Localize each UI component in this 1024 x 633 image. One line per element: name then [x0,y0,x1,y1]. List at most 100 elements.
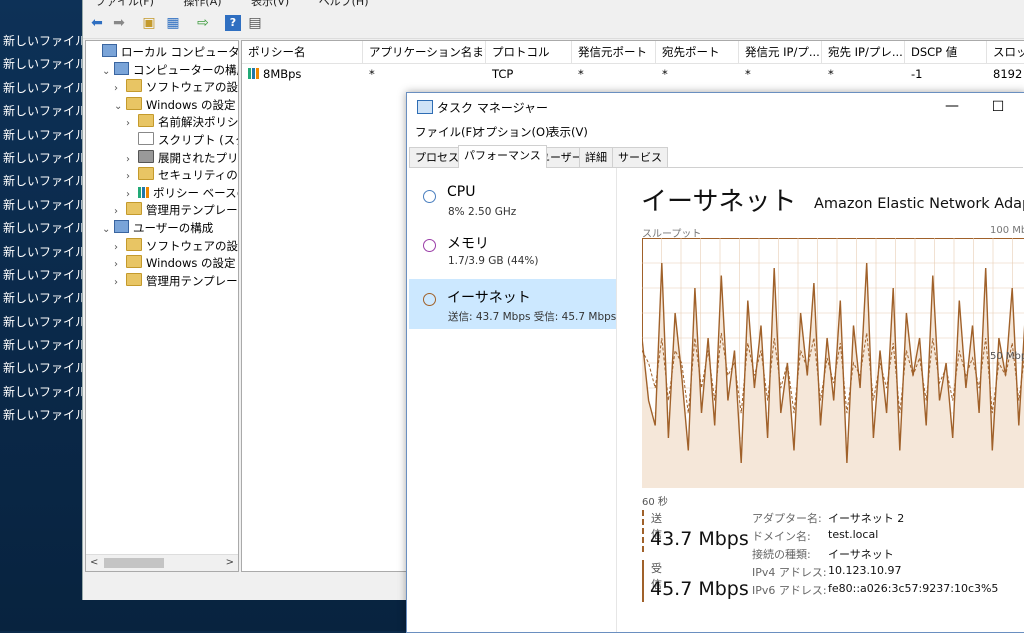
tree-node[interactable]: ›ソフトウェアの設定 [114,237,239,255]
desktop-file-item[interactable]: 新しいファイル [0,124,82,147]
tab-processes[interactable]: プロセス [409,147,465,167]
property-key: アダプター名: [752,510,822,526]
desktop-file-item[interactable]: 新しいファイル [0,287,82,310]
tree-node[interactable]: ›セキュリティの設定 [126,166,239,184]
tree-node[interactable]: ⌄Windows の設定 [114,96,236,114]
task-manager-tabs: プロセス パフォーマンス ユーザー 詳細 サービス [409,145,1023,168]
tree-node-label: 管理用テンプレート [146,203,239,217]
up-folder-icon[interactable]: ▣ [141,15,157,31]
desktop-file-item[interactable]: 新しいファイル [0,264,82,287]
tree-node[interactable]: ⌄コンピューターの構成 [102,61,239,79]
table-header: ポリシー名アプリケーション名また...プロトコル発信元ポート宛先ポート発信元 I… [242,41,1024,64]
scroll-right-icon[interactable]: > [226,555,234,571]
column-header[interactable]: DSCP 値 [905,41,987,63]
column-header[interactable]: アプリケーション名また... [363,41,486,63]
desktop-file-item[interactable]: 新しいファイル [0,311,82,334]
tree-node[interactable]: ローカル コンピューター ポリシー [90,43,239,61]
column-header[interactable]: 宛先ポート [656,41,739,63]
expand-chevron-icon[interactable]: ⌄ [102,221,114,239]
gpo-menu-help[interactable]: ヘルプ(H) [319,0,369,8]
column-header[interactable]: 宛先 IP/プレ... [822,41,905,63]
resource-detail: 8% 2.50 GHz [448,206,516,218]
resource-cpu[interactable]: CPU 8% 2.50 GHz [409,176,616,226]
tab-details[interactable]: 詳細 [579,147,613,167]
back-arrow-icon[interactable]: ⬅ [89,15,105,31]
property-key: IPv6 アドレス: [752,582,827,598]
tree-node[interactable]: ›ポリシー ベースの QoS [126,184,239,202]
expand-chevron-icon[interactable]: ⌄ [102,63,114,81]
tree-node[interactable]: ⌄ユーザーの構成 [102,219,213,237]
column-header[interactable]: ポリシー名 [242,41,363,63]
desktop-file-item[interactable]: 新しいファイル [0,77,82,100]
tree-node[interactable]: ›Windows の設定 [114,254,236,272]
column-header[interactable]: プロトコル [486,41,572,63]
desktop-file-item[interactable]: 新しいファイル [0,357,82,380]
tree-node[interactable]: スクリプト (スタートアップ/シャットダウン) [126,131,239,149]
maximize-button[interactable]: ☐ [983,95,1013,119]
property-value: イーサネット 2 [828,510,904,526]
desktop-file-item[interactable]: 新しいファイル [0,334,82,357]
tree-node[interactable]: › 管理用テンプレート [114,272,239,290]
desktop-file-item[interactable]: 新しいファイル [0,404,82,427]
gpo-menu-file[interactable]: ファイル(F) [95,0,154,8]
scroll-left-icon[interactable]: < [90,555,98,571]
tab-services[interactable]: サービス [612,147,668,167]
resource-ethernet[interactable]: イーサネット 送信: 43.7 Mbps 受信: 45.7 Mbps [409,279,616,329]
column-header[interactable]: 発信元 IP/プ... [739,41,822,63]
folder-icon [126,255,142,268]
desktop-file-item[interactable]: 新しいファイル [0,53,82,76]
table-row[interactable]: 8MBps*TCP****-18192 [242,64,1024,84]
receive-legend-line [642,560,644,602]
export-list-icon[interactable]: ⇨ [195,15,211,31]
menu-view[interactable]: 表示(V) [548,124,588,140]
desktop-file-item[interactable]: 新しいファイル [0,30,82,53]
graph-mid-label: 50 Mbps [990,351,1024,362]
help-icon[interactable]: ? [225,15,241,31]
resource-detail: 送信: 43.7 Mbps 受信: 45.7 Mbps [448,309,616,324]
collapse-chevron-icon[interactable]: › [114,274,126,292]
folder-icon [138,114,154,127]
tree-node-label: 名前解決ポリシー [158,115,239,129]
tree-node[interactable]: ›管理用テンプレート [114,201,239,219]
desktop-file-item[interactable]: 新しいファイル [0,241,82,264]
resource-memory[interactable]: メモリ 1.7/3.9 GB (44%) [409,225,616,275]
send-value: 43.7 Mbps [650,528,749,550]
table-cell-text: 8192 [993,67,1022,81]
tab-performance[interactable]: パフォーマンス [458,145,547,168]
task-manager-title-bar[interactable]: タスク マネージャー — ☐ [407,93,1024,121]
show-hide-tree-icon[interactable]: ▦ [165,15,181,31]
desktop-file-item[interactable]: 新しいファイル [0,170,82,193]
desktop-file-item[interactable]: 新しいファイル [0,147,82,170]
expand-chevron-icon[interactable]: ⌄ [114,98,126,116]
computer-icon [114,62,129,75]
menu-file[interactable]: ファイル(F) [415,124,477,140]
desktop-file-list: 新しいファイル新しいファイル新しいファイル新しいファイル新しいファイル新しいファ… [0,30,82,428]
policy-icon [102,44,117,57]
desktop-file-item[interactable]: 新しいファイル [0,194,82,217]
minimize-button[interactable]: — [937,95,967,119]
tree-node-label: ローカル コンピューター ポリシー [121,45,239,59]
scroll-thumb[interactable] [104,558,164,568]
desktop-file-item[interactable]: 新しいファイル [0,217,82,240]
property-value: 10.123.10.97 [828,564,901,577]
tree-node[interactable]: ›展開されたプリンター [126,149,239,167]
table-cell-text: -1 [911,67,922,81]
table-cell: -1 [905,64,922,84]
tree-node[interactable]: ›ソフトウェアの設定 [114,78,239,96]
tree-node-label: 管理用テンプレート [146,274,239,288]
folder-icon [126,97,142,110]
properties-icon[interactable]: ▤ [247,15,263,31]
menu-options[interactable]: オプション(O) [474,124,550,140]
script-icon [138,132,154,145]
tree-horizontal-scrollbar[interactable]: < > [86,554,238,571]
column-header[interactable]: 発信元ポート [572,41,656,63]
column-header[interactable]: スロット [987,41,1024,63]
forward-arrow-icon[interactable]: ➡ [111,15,127,31]
desktop-file-item[interactable]: 新しいファイル [0,381,82,404]
gpo-menu-view[interactable]: 表示(V) [251,0,289,8]
gpo-menu-action[interactable]: 操作(A) [183,0,221,8]
table-cell: * [572,64,584,84]
desktop-file-item[interactable]: 新しいファイル [0,100,82,123]
tree-node[interactable]: ›名前解決ポリシー [126,113,239,131]
window-title: タスク マネージャー [437,99,548,116]
